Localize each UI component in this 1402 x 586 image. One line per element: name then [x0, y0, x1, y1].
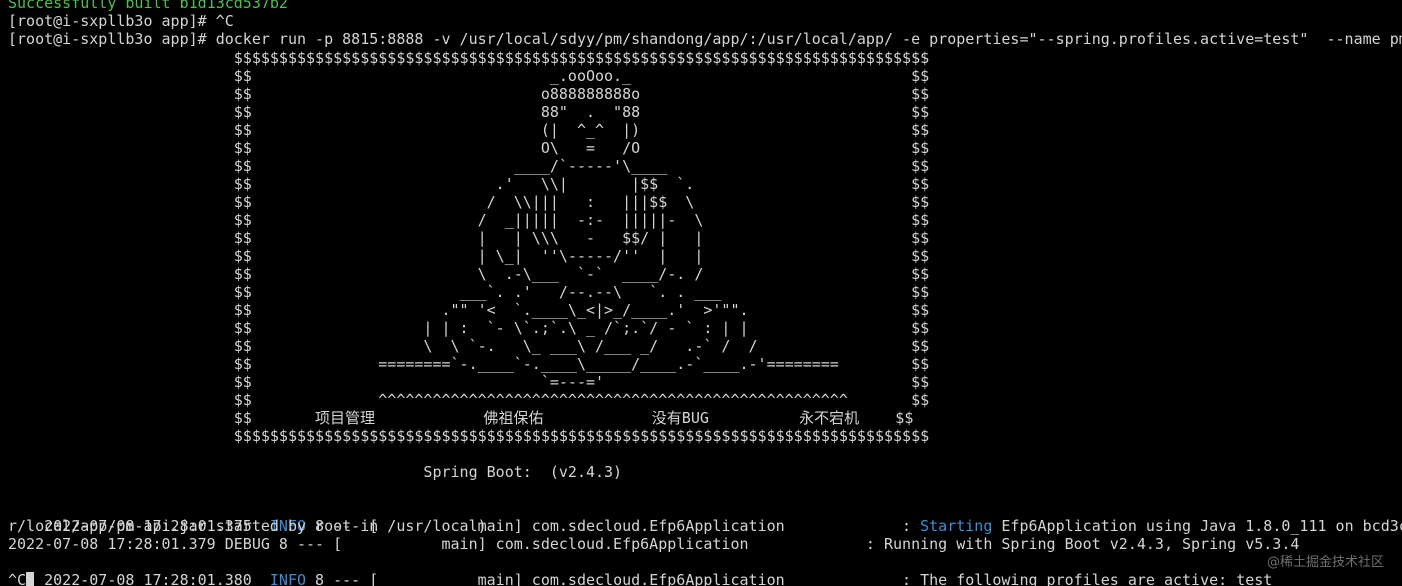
log-message: 8 --- [ main] com.sdecloud.Efp6Applicati… [306, 571, 1273, 586]
log-timestamp: 2022-07-08 17:28:01.380 [44, 571, 252, 586]
banner-line: $$ _.ooOoo._ $$ [8, 67, 930, 85]
log-message: Efp6Application using Java 1.8.0_111 on … [992, 517, 1402, 535]
banner-line: $$ `=---=' $$ [8, 373, 930, 391]
banner-line: $$ ."" '< `.____\_<|>_/____.' >'"". $$ [8, 301, 930, 319]
banner-line: $$ O\ = /O $$ [8, 139, 930, 157]
banner-line: $$ ========`-.____`-.____\_____/____.-`_… [8, 355, 930, 373]
log-line: 2022-07-08 17:28:01.375 INFO 8 --- [ mai… [8, 499, 1402, 535]
banner-line: $$$$$$$$$$$$$$$$$$$$$$$$$$$$$$$$$$$$$$$$… [8, 427, 930, 445]
banner-line: $$ ____/`-----'\____ $$ [8, 157, 930, 175]
prompt-ctrlc-line: [root@i-sxpllb3o app]# ^C [8, 12, 234, 30]
log-line: 2022-07-08 17:28:01.379 DEBUG 8 --- [ ma… [8, 535, 1300, 553]
log-line: 2022-07-08 17:28:01.380 INFO 8 --- [ mai… [8, 553, 1272, 586]
banner-line: $$ \ .-\___ `-` ____/-. / $$ [8, 265, 930, 283]
banner-line: $$ | | : `- \`.;`.\ _ /`;.`/ - ` : | | $… [8, 319, 930, 337]
log-level-info: INFO [251, 571, 307, 586]
banner-line: $$ / \\||| : |||$$ \ $$ [8, 193, 930, 211]
watermark-label: @稀土掘金技术社区 [1266, 555, 1384, 570]
terminal-window[interactable]: Successfully built b1d13cd537b2 [root@i-… [0, 0, 1402, 586]
text-cursor [26, 572, 35, 586]
prompt-ctrlc-line: ^C [8, 571, 35, 586]
banner-slogan-line: $$ 项目管理 佛祖保佑 没有BUG 永不宕机 $$ [8, 409, 914, 427]
banner-line: $$ (| ^_^ |) $$ [8, 121, 930, 139]
banner-line: $$ | \_| ''\-----/'' | | $$ [8, 247, 930, 265]
log-highlight-word: Starting [920, 517, 993, 535]
banner-line: $$ / _||||| -:- |||||- \ $$ [8, 211, 930, 229]
banner-line: $$ ___`. .' /--.--\ `. . ___ $$ [8, 283, 930, 301]
build-success-line: Successfully built b1d13cd537b2 [8, 0, 288, 12]
banner-line: $$$$$$$$$$$$$$$$$$$$$$$$$$$$$$$$$$$$$$$$… [8, 49, 930, 67]
banner-line: $$ 88" . "88 $$ [8, 103, 930, 121]
banner-line: $$ \ \ `-. \_ ___\ /___ _/ .-` / / $$ [8, 337, 930, 355]
log-line-wrap: r/local/app/pm-api.jar started by root i… [8, 517, 487, 535]
banner-line: $$ o888888888o $$ [8, 85, 930, 103]
spring-boot-version-line: Spring Boot: (v2.4.3) [8, 463, 623, 481]
banner-line: $$ | | \\\ - $$/ | | $$ [8, 229, 930, 247]
docker-run-command-line: [root@i-sxpllb3o app]# docker run -p 881… [8, 30, 1402, 48]
banner-line: $$ .' \\| |$$ `. $$ [8, 175, 930, 193]
banner-line: $$ ^^^^^^^^^^^^^^^^^^^^^^^^^^^^^^^^^^^^^… [8, 391, 930, 409]
